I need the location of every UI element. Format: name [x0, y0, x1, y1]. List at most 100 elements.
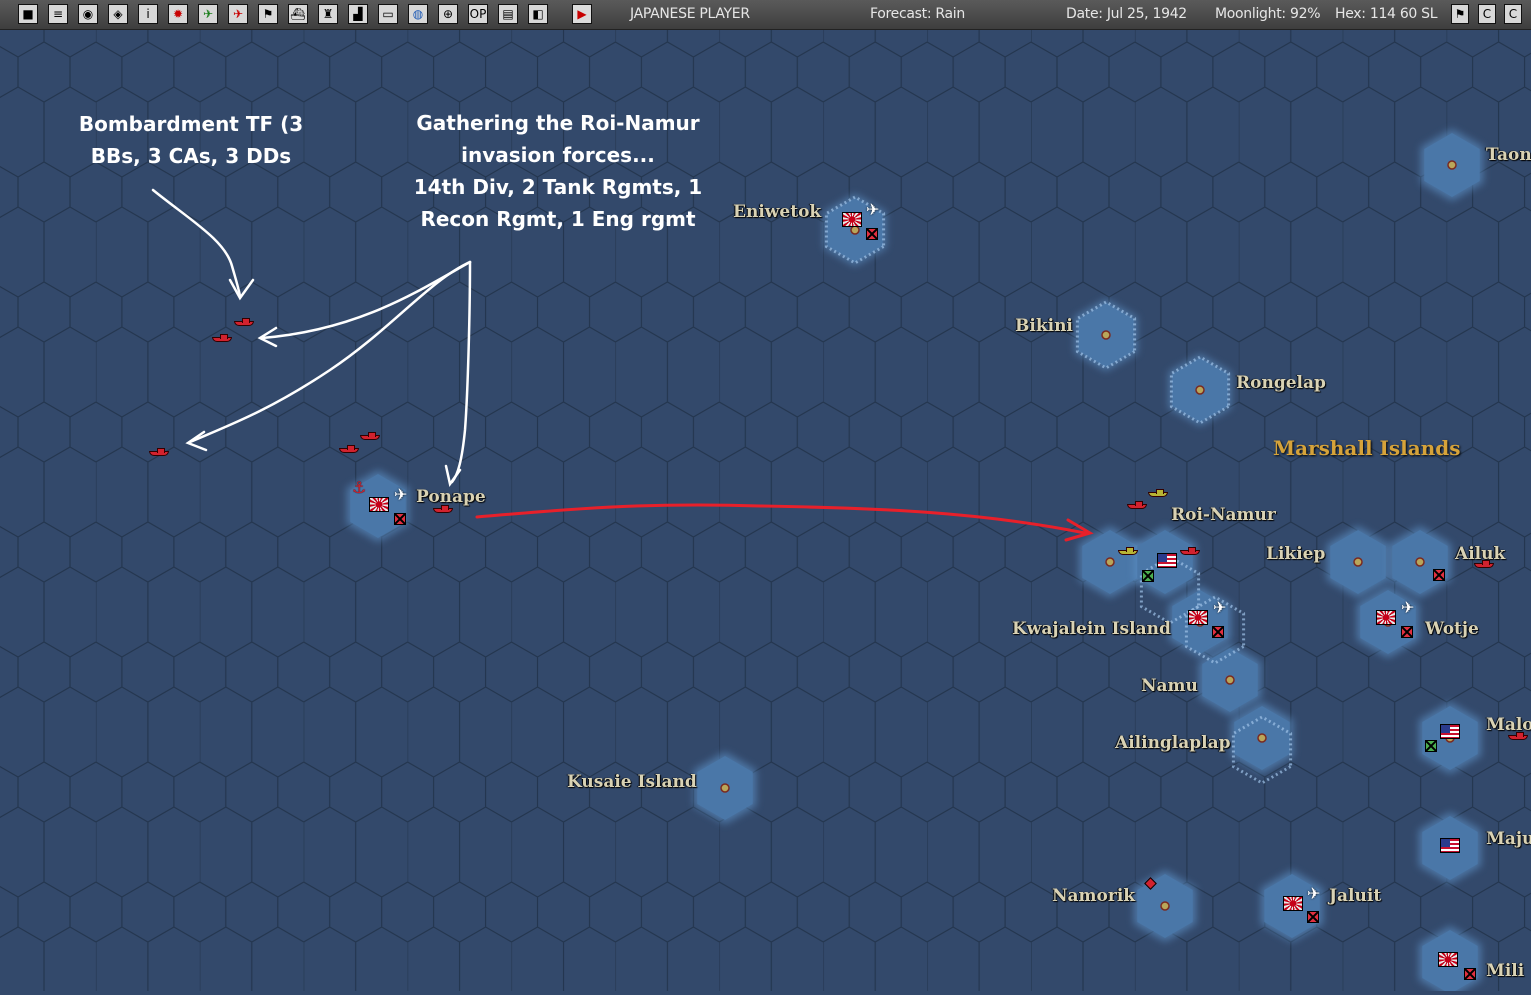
- target-icon[interactable]: ⊕: [438, 4, 458, 24]
- ground-unit-icon[interactable]: [1433, 569, 1445, 581]
- task-force-ship[interactable]: [1148, 489, 1168, 497]
- flag-icon[interactable]: ⚑: [258, 4, 278, 24]
- task-force-ship[interactable]: [1474, 560, 1494, 568]
- op-icon[interactable]: OP: [468, 4, 488, 24]
- island-dot: [1160, 901, 1170, 911]
- pilots-icon[interactable]: ◉: [78, 4, 98, 24]
- strategic-map[interactable]: Eniwetok Bikini Rongelap Taon Ponape Roi-Namu…: [0, 30, 1531, 995]
- place-label-ponape[interactable]: Ponape: [416, 487, 486, 507]
- us-base-flag[interactable]: [1440, 838, 1460, 853]
- us-base-flag[interactable]: [1157, 553, 1177, 568]
- ground-unit-icon[interactable]: [1307, 911, 1319, 923]
- task-force-ship[interactable]: [149, 448, 169, 456]
- ground-unit-icon[interactable]: [1464, 968, 1476, 980]
- hex-readout: Hex: 114 60 SL: [1335, 6, 1438, 22]
- cargo-icon[interactable]: ▭: [378, 4, 398, 24]
- japanese-base-flag[interactable]: [1376, 610, 1396, 625]
- ground-unit-icon[interactable]: [866, 228, 878, 240]
- place-label-rongelap[interactable]: Rongelap: [1236, 373, 1326, 393]
- task-force-ship[interactable]: [1508, 732, 1528, 740]
- minimize-icon[interactable]: C: [1504, 4, 1522, 24]
- task-force-ship[interactable]: [1127, 501, 1147, 509]
- ground-unit-icon[interactable]: [394, 513, 406, 525]
- airgroup-icon[interactable]: ✈: [394, 487, 407, 503]
- place-label-jaluit[interactable]: Jaluit: [1329, 886, 1381, 906]
- task-force-ship[interactable]: [234, 318, 254, 326]
- place-label-ailuk[interactable]: Ailuk: [1455, 544, 1505, 564]
- ground-unit-icon[interactable]: [1401, 626, 1413, 638]
- task-force-ship[interactable]: [212, 334, 232, 342]
- annotation-line: Gathering the Roi-Namur: [416, 111, 700, 135]
- player-side: JAPANESE PLAYER: [630, 6, 750, 22]
- task-force-ship[interactable]: [1118, 547, 1138, 555]
- airgroup-icon[interactable]: ✈: [866, 202, 879, 218]
- task-force-ship[interactable]: [339, 445, 359, 453]
- task-force-ship[interactable]: [360, 432, 380, 440]
- place-label-bikini[interactable]: Bikini: [1015, 316, 1073, 336]
- island-dot: [1447, 160, 1457, 170]
- list-icon[interactable]: ≡: [48, 4, 68, 24]
- bomber-icon[interactable]: ✈: [228, 4, 248, 24]
- island-dot: [1257, 733, 1267, 743]
- japanese-base-flag[interactable]: [1438, 952, 1458, 967]
- annotation-line: invasion forces...: [461, 143, 655, 167]
- place-label-namorik[interactable]: Namorik: [1052, 886, 1135, 906]
- ground-unit-icon[interactable]: [1142, 570, 1154, 582]
- island-dot: [1353, 557, 1363, 567]
- annotation-bombardment: Bombardment TF (3 BBs, 3 CAs, 3 DDs: [60, 108, 322, 172]
- airgroup-icon[interactable]: ✈: [1307, 886, 1320, 902]
- island-dot: [850, 225, 860, 235]
- task-force-ship[interactable]: [433, 505, 453, 513]
- japanese-base-flag[interactable]: [1188, 610, 1208, 625]
- globe-icon[interactable]: ◍: [408, 4, 428, 24]
- annotation-gathering: Gathering the Roi-Namur invasion forces.…: [400, 107, 716, 235]
- place-label-mili[interactable]: Mili: [1486, 961, 1524, 981]
- window-icon[interactable]: ◧: [528, 4, 548, 24]
- game-date: Date: Jul 25, 1942: [1066, 6, 1187, 22]
- place-label-eniwetok[interactable]: Eniwetok: [733, 202, 821, 222]
- japanese-base-flag[interactable]: [842, 212, 862, 227]
- square-icon[interactable]: ■: [18, 4, 38, 24]
- annotation-line: Recon Rgmt, 1 Eng rgmt: [420, 207, 696, 231]
- close-icon[interactable]: C: [1478, 4, 1496, 24]
- ship-icon[interactable]: ⛴: [288, 4, 308, 24]
- airgroup-icon[interactable]: ✈: [1213, 600, 1226, 616]
- place-label-majuro[interactable]: Maju: [1486, 829, 1531, 849]
- island-dot: [1101, 330, 1111, 340]
- flag-icon[interactable]: ⚑: [1451, 4, 1469, 24]
- place-label-likiep[interactable]: Likiep: [1266, 544, 1325, 564]
- place-label-ailinglaplap[interactable]: Ailinglaplap: [1115, 733, 1231, 753]
- chart-icon[interactable]: ▟: [348, 4, 368, 24]
- moonlight-readout: Moonlight: 92%: [1215, 6, 1321, 22]
- place-label-wotje[interactable]: Wotje: [1425, 619, 1479, 639]
- ground-unit-icon[interactable]: [1212, 626, 1224, 638]
- island-dot: [1105, 557, 1115, 567]
- task-force-ship[interactable]: [1180, 547, 1200, 555]
- airgroup-icon[interactable]: ✈: [1401, 600, 1414, 616]
- place-label-roi-namur[interactable]: Roi-Namur: [1171, 505, 1276, 525]
- ships-icon[interactable]: ◈: [108, 4, 128, 24]
- japanese-base-flag[interactable]: [369, 497, 389, 512]
- place-label-kwajalein[interactable]: Kwajalein Island: [1012, 619, 1171, 639]
- japanese-base-flag[interactable]: [1283, 896, 1303, 911]
- japan-flag-icon[interactable]: ✹: [168, 4, 188, 24]
- place-label-taongi[interactable]: Taon: [1486, 145, 1531, 165]
- weather-forecast: Forecast: Rain: [870, 6, 965, 22]
- place-label-namu[interactable]: Namu: [1141, 676, 1198, 696]
- info-icon[interactable]: i: [138, 4, 158, 24]
- ground-unit-icon[interactable]: [1425, 740, 1437, 752]
- map-canvas[interactable]: [0, 30, 1531, 995]
- region-label: Marshall Islands: [1273, 436, 1461, 460]
- annotation-line: 14th Div, 2 Tank Rgmts, 1: [413, 175, 703, 199]
- place-label-maloelap[interactable]: Malo: [1486, 715, 1531, 735]
- play-icon[interactable]: ▶: [572, 4, 592, 24]
- place-label-kusaie[interactable]: Kusaie Island: [567, 772, 697, 792]
- island-dot: [1415, 557, 1425, 567]
- aircraft-icon[interactable]: ✈: [198, 4, 218, 24]
- annotation-line: Bombardment TF (3: [78, 112, 304, 136]
- island-dot: [1195, 385, 1205, 395]
- island-dot: [720, 783, 730, 793]
- memo-icon[interactable]: ▤: [498, 4, 518, 24]
- us-base-flag[interactable]: [1440, 724, 1460, 739]
- base-icon[interactable]: ♜: [318, 4, 338, 24]
